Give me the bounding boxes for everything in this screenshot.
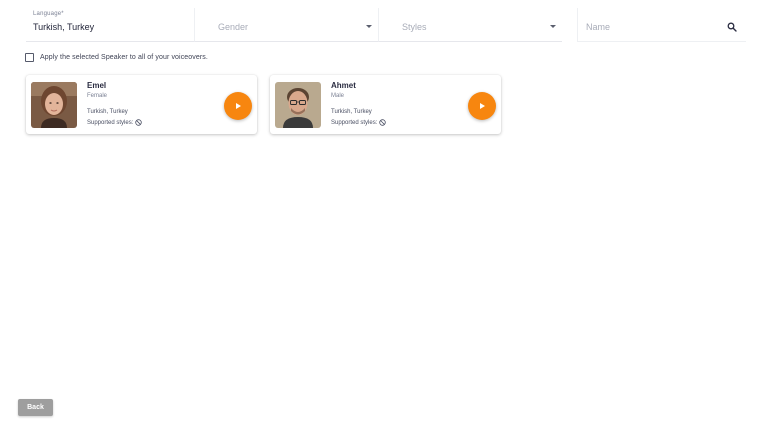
- name-search-input[interactable]: Name: [577, 8, 746, 42]
- filter-bar: Language* Turkish, Turkey Gender Styles …: [26, 8, 746, 42]
- language-select[interactable]: Language* Turkish, Turkey: [26, 8, 194, 42]
- avatar: [275, 82, 321, 128]
- apply-to-all-label: Apply the selected Speaker to all of you…: [40, 53, 208, 61]
- speaker-language: Turkish, Turkey: [331, 109, 372, 115]
- caret-down-icon: [550, 25, 556, 28]
- styles-select[interactable]: Styles: [378, 8, 562, 42]
- speaker-name: Ahmet: [331, 81, 356, 90]
- speaker-name: Emel: [87, 81, 107, 90]
- search-icon[interactable]: [727, 22, 737, 32]
- speaker-styles: Supported styles:: [331, 119, 387, 126]
- avatar: [31, 82, 77, 128]
- play-icon: [480, 103, 485, 109]
- speaker-gender: Female: [87, 93, 108, 99]
- play-sample-button[interactable]: [224, 92, 252, 120]
- gender-placeholder: Gender: [218, 22, 249, 32]
- gender-select[interactable]: Gender: [194, 8, 378, 42]
- styles-label: Supported styles:: [87, 119, 134, 126]
- styles-placeholder: Styles: [402, 22, 427, 32]
- styles-label: Supported styles:: [331, 119, 378, 126]
- play-icon: [236, 103, 241, 109]
- speaker-styles: Supported styles:: [87, 119, 143, 126]
- speaker-card-ahmet[interactable]: Ahmet Male Turkish, Turkey Supported sty…: [270, 75, 501, 134]
- language-value: Turkish, Turkey: [33, 22, 95, 32]
- apply-to-all-option[interactable]: Apply the selected Speaker to all of you…: [25, 51, 208, 63]
- speaker-gender: Male: [331, 93, 345, 99]
- play-sample-button[interactable]: [468, 92, 496, 120]
- speaker-language: Turkish, Turkey: [87, 109, 128, 115]
- caret-down-icon: [366, 25, 372, 28]
- ban-icon: [135, 119, 143, 126]
- back-button[interactable]: Back: [18, 399, 53, 416]
- name-placeholder: Name: [586, 22, 611, 32]
- ban-icon: [379, 119, 387, 126]
- speaker-card-emel[interactable]: Emel Female Turkish, Turkey Supported st…: [26, 75, 257, 134]
- language-label: Language*: [33, 11, 64, 17]
- apply-to-all-checkbox[interactable]: [25, 52, 34, 62]
